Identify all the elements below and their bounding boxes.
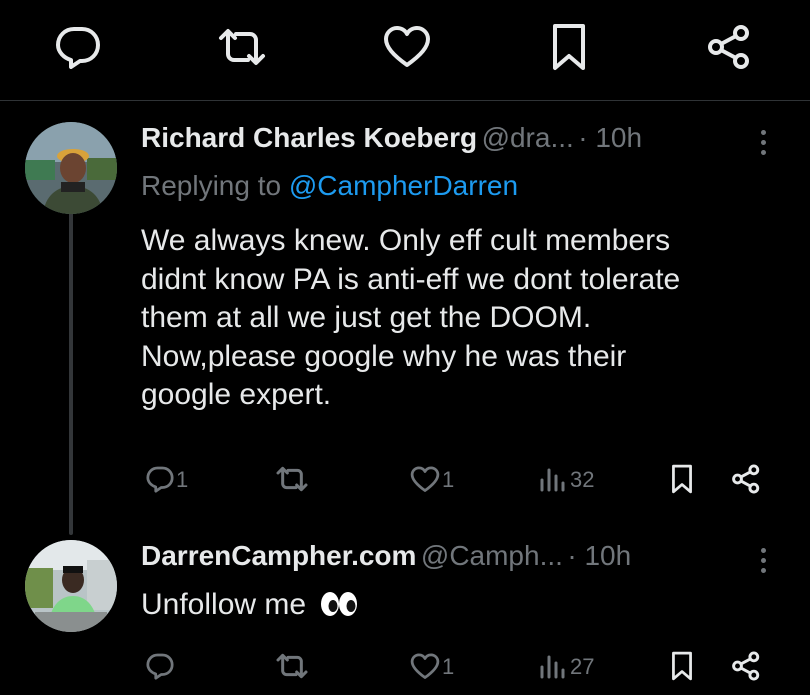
bookmark-icon[interactable] xyxy=(551,23,587,71)
bookmark-icon[interactable] xyxy=(671,651,693,681)
retweet-icon[interactable] xyxy=(274,465,310,493)
reply-count: 1 xyxy=(176,467,189,492)
like-icon[interactable] xyxy=(410,466,440,493)
avatar[interactable] xyxy=(25,540,117,632)
like-icon[interactable] xyxy=(383,25,431,69)
tweet-actions: 1 27 xyxy=(146,650,786,690)
eyes-icon xyxy=(320,591,358,617)
view-count: 32 xyxy=(570,467,595,492)
author-handle[interactable]: @Camph... xyxy=(421,540,563,571)
tweet-text-line: We always knew. Only eff cult members xyxy=(141,224,671,257)
share-icon[interactable] xyxy=(706,24,752,70)
author-name[interactable]: Richard Charles Koeberg xyxy=(141,122,477,153)
tweet-header: DarrenCampher.com @Camph... · 10h xyxy=(141,540,631,572)
divider xyxy=(0,100,810,101)
like-icon[interactable] xyxy=(410,653,440,680)
retweet-icon[interactable] xyxy=(215,26,269,68)
mention-link[interactable]: @CampherDarren xyxy=(289,170,518,201)
tweet-actions: 1 1 32 xyxy=(146,463,786,503)
reply-icon[interactable] xyxy=(146,652,174,680)
like-count: 1 xyxy=(442,467,455,492)
view-count: 27 xyxy=(570,654,595,679)
share-icon[interactable] xyxy=(731,464,761,494)
tweet-text: Unfollow me xyxy=(141,586,358,625)
author-name[interactable]: DarrenCampher.com xyxy=(141,540,416,571)
reply-icon[interactable] xyxy=(146,465,174,493)
thread-line xyxy=(69,200,73,535)
tweet-header: Richard Charles Koeberg @dra... · 10h xyxy=(141,122,642,154)
timestamp[interactable]: · 10h xyxy=(578,122,642,153)
tweet-text-line: Unfollow me xyxy=(141,588,307,621)
more-options-icon[interactable] xyxy=(761,548,769,578)
author-handle[interactable]: @dra... xyxy=(482,122,574,153)
share-icon[interactable] xyxy=(731,651,761,681)
tweet-text-line: didnt know PA is anti-eff we dont tolera… xyxy=(141,262,681,296)
avatar[interactable] xyxy=(25,122,117,214)
views-icon[interactable] xyxy=(539,653,565,679)
more-options-icon[interactable] xyxy=(761,130,769,160)
reply-icon[interactable] xyxy=(55,25,101,69)
tweet-text-line: google expert. xyxy=(141,378,332,411)
replying-to: Replying to @CampherDarren xyxy=(141,170,518,202)
tweet-text: We always knew. Only eff cult members di… xyxy=(141,222,801,415)
like-count: 1 xyxy=(442,654,455,679)
retweet-icon[interactable] xyxy=(274,652,310,680)
top-action-bar xyxy=(0,0,810,100)
timestamp[interactable]: · 10h xyxy=(567,540,631,571)
tweet-text-line: Now,please google why he was their xyxy=(141,339,627,373)
views-icon[interactable] xyxy=(539,466,565,492)
replying-to-label: Replying to xyxy=(141,170,289,201)
tweet-text-line: them at all we just get the DOOM. xyxy=(141,301,592,334)
bookmark-icon[interactable] xyxy=(671,464,693,494)
